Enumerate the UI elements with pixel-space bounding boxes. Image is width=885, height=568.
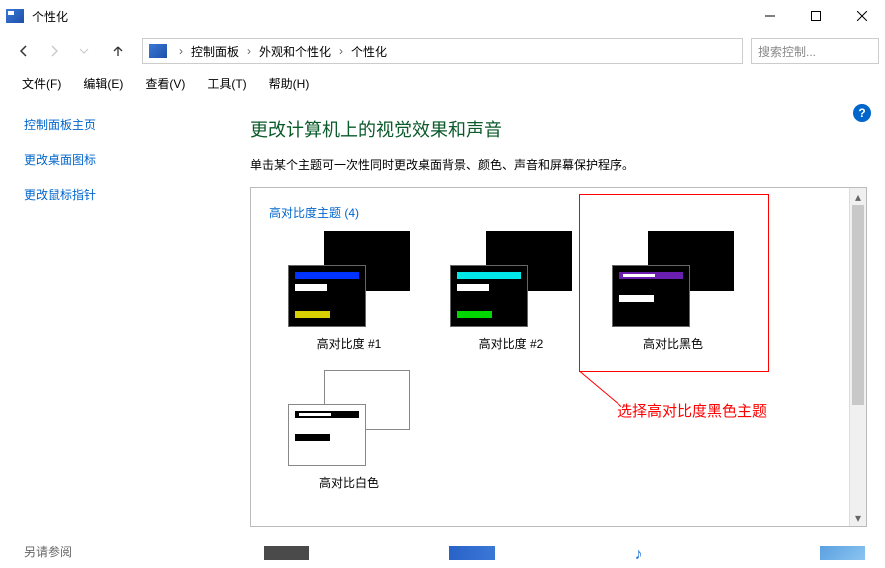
page-heading: 更改计算机上的视觉效果和声音	[250, 116, 867, 142]
window-preview	[612, 265, 690, 327]
back-button[interactable]	[10, 37, 38, 65]
section-header-high-contrast[interactable]: 高对比度主题 (4)	[267, 198, 850, 231]
menu-help[interactable]: 帮助(H)	[259, 72, 320, 95]
theme-label: 高对比白色	[319, 474, 379, 491]
titlebar: 个性化	[0, 0, 885, 32]
theme-label: 高对比黑色	[643, 335, 703, 352]
theme-high-contrast-white[interactable]: 高对比白色	[285, 370, 413, 491]
themes-panel: 高对比度主题 (4) 高对比度 #1	[250, 187, 867, 527]
themes-row: 高对比度 #1 高对比度 #2	[267, 231, 850, 491]
window-preview	[450, 265, 528, 327]
menubar: 文件(F) 编辑(E) 查看(V) 工具(T) 帮助(H)	[0, 70, 885, 96]
theme-high-contrast-2[interactable]: 高对比度 #2	[447, 231, 575, 352]
sidebar: 控制面板主页 更改桌面图标 更改鼠标指针 另请参阅	[0, 98, 220, 568]
theme-high-contrast-1[interactable]: 高对比度 #1	[285, 231, 413, 352]
sound-thumb[interactable]	[635, 546, 680, 560]
screensaver-thumb[interactable]	[820, 546, 865, 560]
window-title: 个性化	[32, 8, 68, 25]
window-preview	[288, 404, 366, 466]
forward-button[interactable]	[40, 37, 68, 65]
search-input[interactable]: 搜索控制...	[751, 38, 879, 64]
breadcrumb-seg[interactable]: 个性化	[351, 43, 387, 60]
scroll-down-icon[interactable]: ▾	[850, 509, 866, 526]
menu-file[interactable]: 文件(F)	[12, 72, 71, 95]
recent-dropdown[interactable]	[70, 37, 98, 65]
address-icon	[149, 44, 167, 58]
menu-edit[interactable]: 编辑(E)	[73, 72, 133, 95]
close-button[interactable]	[839, 1, 885, 31]
window-preview	[288, 265, 366, 327]
address-bar[interactable]: › 控制面板 › 外观和个性化 › 个性化	[142, 38, 743, 64]
scroll-up-icon[interactable]: ▴	[850, 188, 866, 205]
search-placeholder: 搜索控制...	[758, 43, 816, 60]
up-button[interactable]	[104, 37, 132, 65]
annotation-text: 选择高对比度黑色主题	[617, 400, 767, 421]
breadcrumb-seg[interactable]: 控制面板	[191, 43, 239, 60]
sidebar-link-desktop-icons[interactable]: 更改桌面图标	[24, 151, 210, 168]
chevron-right-icon: ›	[243, 44, 255, 58]
page-subtitle: 单击某个主题可一次性同时更改桌面背景、颜色、声音和屏幕保护程序。	[250, 156, 867, 173]
menu-tools[interactable]: 工具(T)	[197, 72, 256, 95]
theme-thumbnail	[612, 231, 734, 327]
color-thumb[interactable]	[449, 546, 494, 560]
chevron-right-icon: ›	[335, 44, 347, 58]
window-controls	[747, 1, 885, 31]
sidebar-link-home[interactable]: 控制面板主页	[24, 116, 210, 133]
theme-high-contrast-black[interactable]: 高对比黑色	[609, 231, 737, 352]
theme-thumbnail	[288, 370, 410, 466]
maximize-button[interactable]	[793, 1, 839, 31]
breadcrumb-seg[interactable]: 外观和个性化	[259, 43, 331, 60]
desktop-background-thumb[interactable]	[264, 546, 309, 560]
scrollbar[interactable]: ▴ ▾	[849, 188, 866, 526]
app-icon	[6, 9, 24, 23]
theme-thumbnail	[450, 231, 572, 327]
see-also-label: 另请参阅	[24, 543, 72, 560]
menu-view[interactable]: 查看(V)	[135, 72, 195, 95]
sidebar-link-mouse-pointer[interactable]: 更改鼠标指针	[24, 186, 210, 203]
chevron-right-icon: ›	[175, 44, 187, 58]
scroll-thumb[interactable]	[852, 205, 864, 405]
bottom-thumb-strip	[264, 546, 865, 564]
main-panel: 更改计算机上的视觉效果和声音 单击某个主题可一次性同时更改桌面背景、颜色、声音和…	[220, 98, 885, 568]
navbar: › 控制面板 › 外观和个性化 › 个性化 搜索控制...	[0, 32, 885, 70]
minimize-button[interactable]	[747, 1, 793, 31]
theme-thumbnail	[288, 231, 410, 327]
content: 控制面板主页 更改桌面图标 更改鼠标指针 另请参阅 更改计算机上的视觉效果和声音…	[0, 98, 885, 568]
theme-label: 高对比度 #2	[479, 335, 544, 352]
theme-label: 高对比度 #1	[317, 335, 382, 352]
